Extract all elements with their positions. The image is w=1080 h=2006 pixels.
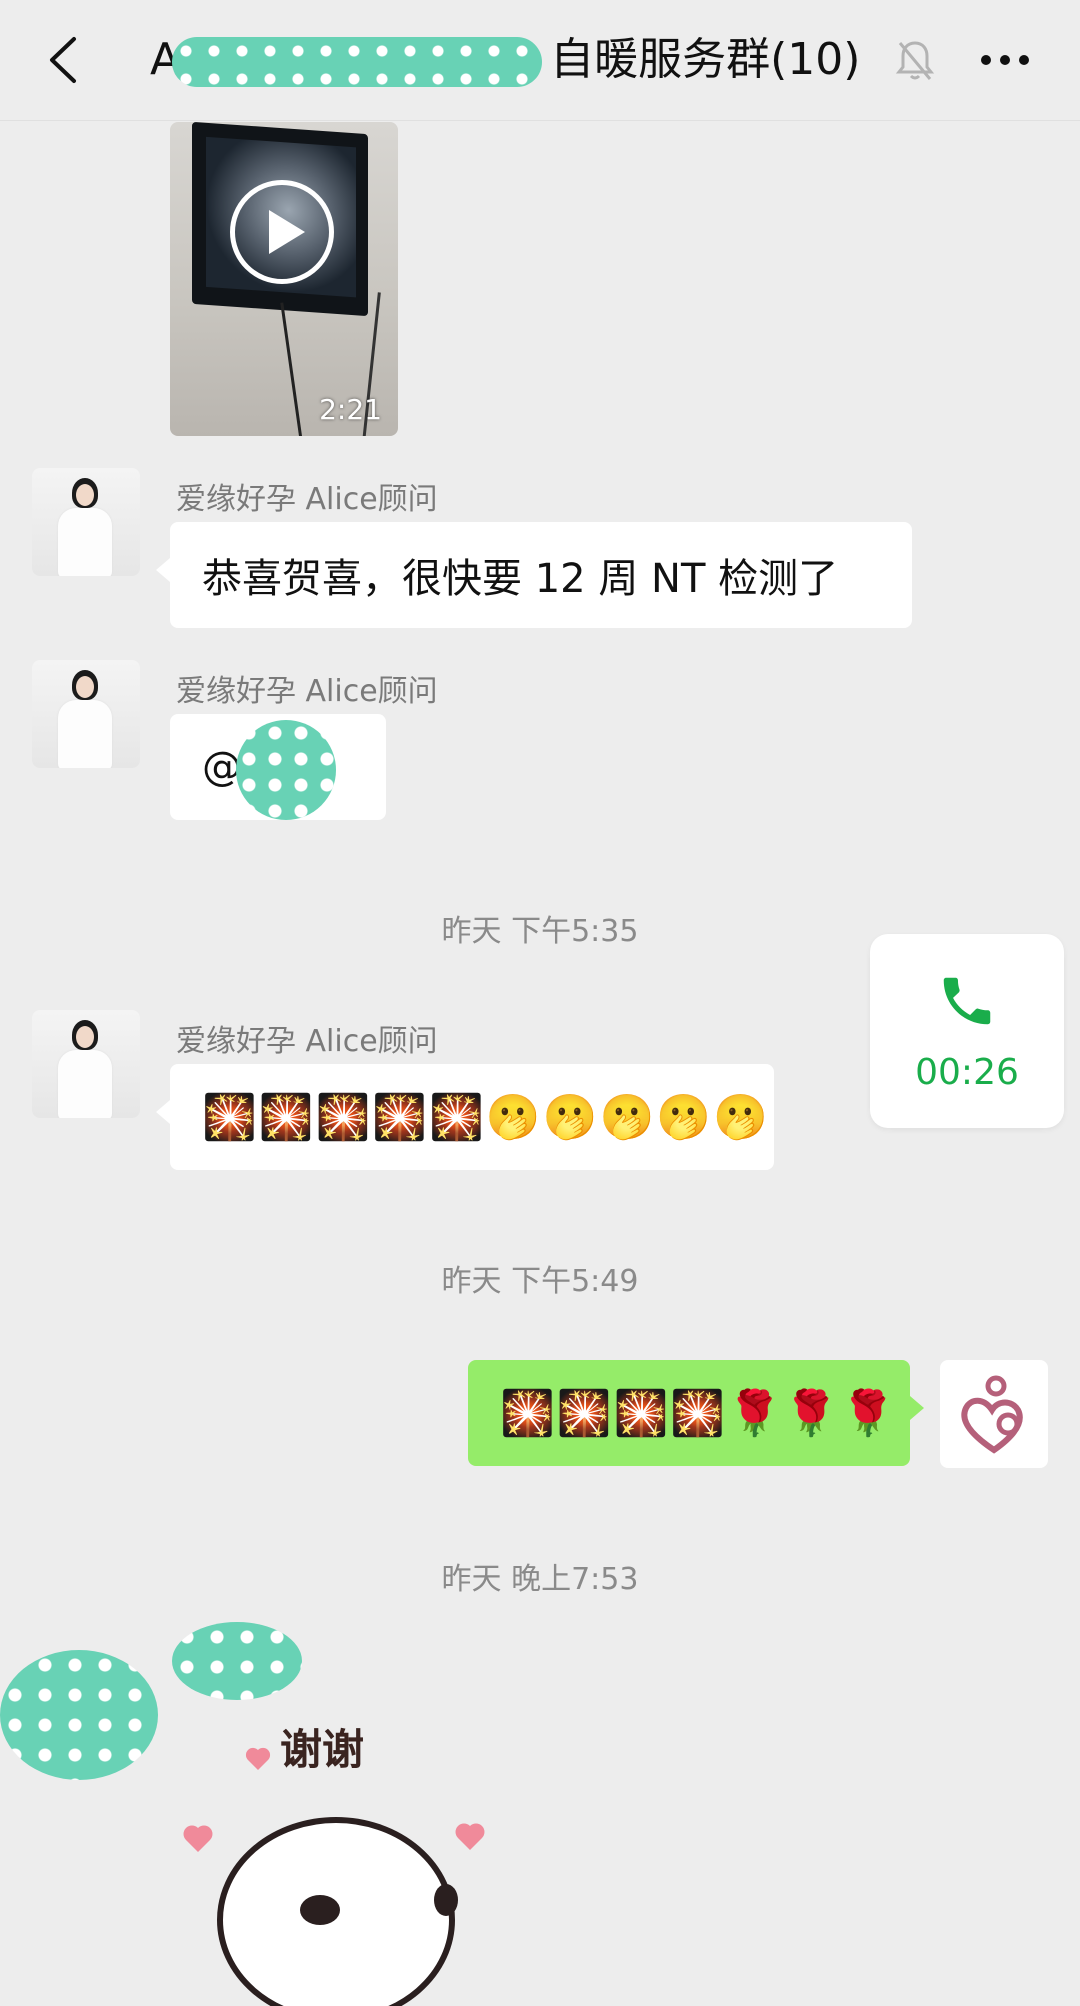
privacy-mask [0,1650,158,1780]
chevron-left-icon [50,37,76,83]
my-message-bubble[interactable]: 🎇🎇🎇🎇🌹🌹🌹 [468,1360,924,1466]
message-text: 恭喜贺喜，很快要 12 周 NT 检测了 [202,556,839,602]
timestamp: 昨天 晚上7:53 [441,1562,639,1597]
avatar[interactable] [32,468,140,576]
more-dots-icon [981,55,1029,65]
mute-status[interactable] [888,33,942,87]
message-bubble[interactable]: @ [170,714,386,820]
bell-off-icon [895,41,935,80]
message-bubble[interactable]: 🎇🎇🎇🎇🎇🫢🫢🫢🫢🫢 [156,1064,774,1170]
message-bubble[interactable]: 恭喜贺喜，很快要 12 周 NT 检测了 [156,522,912,628]
sender-name: 爱缘好孕 Alice顾问 [176,674,438,709]
chat-title-suffix: 自暖服务群(10) [550,34,861,85]
back-button[interactable] [34,30,94,90]
message-text: 🎇🎇🎇🎇🎇🫢🫢🫢🫢🫢 [202,1092,770,1143]
avatar[interactable] [32,1010,140,1118]
video-duration: 2:21 [319,393,382,426]
thanks-sticker[interactable] [170,1710,500,2006]
chat-header: A 自暖服务群(10) [0,0,1080,121]
play-icon[interactable] [230,180,334,284]
call-duration: 00:26 [915,1052,1019,1093]
more-button[interactable] [975,33,1035,87]
phone-icon [943,977,991,1025]
avatar[interactable] [32,660,140,768]
logo-icon [961,1375,1023,1454]
chat-title: A 自暖服务群(10) [150,30,860,90]
privacy-mask [172,1622,302,1700]
privacy-mask [236,720,336,820]
timestamp: 昨天 下午5:49 [441,1264,639,1299]
message-text: 🎇🎇🎇🎇🌹🌹🌹 [500,1388,898,1439]
sender-name: 爱缘好孕 Alice顾问 [176,482,438,517]
privacy-mask [172,37,543,87]
sender-name: 爱缘好孕 Alice顾问 [176,1024,438,1059]
my-avatar[interactable] [940,1360,1048,1468]
voice-call-card[interactable]: 00:26 [870,934,1064,1128]
video-message[interactable]: 2:21 [170,122,398,436]
